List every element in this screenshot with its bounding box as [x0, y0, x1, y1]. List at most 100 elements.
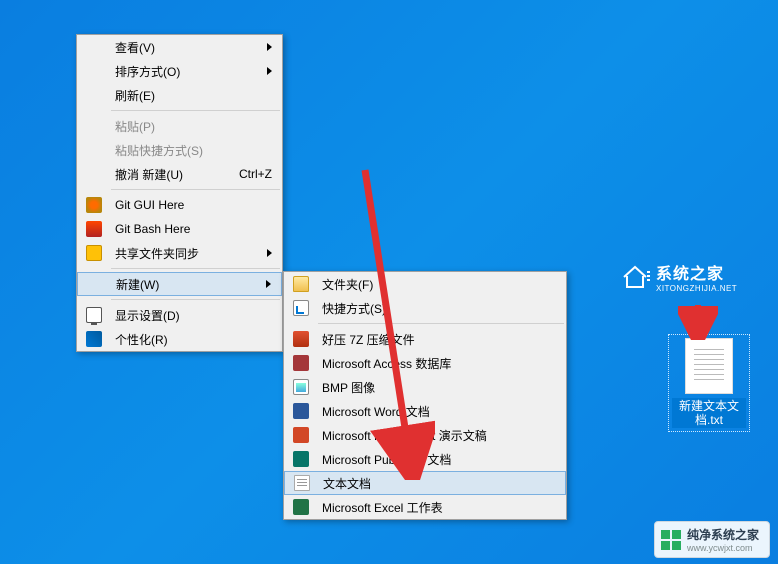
desktop-file-new-text[interactable]: 新建文本文档.txt: [670, 336, 748, 430]
submenu-text-document[interactable]: 文本文档: [284, 471, 566, 495]
menu-paste-shortcut-icon-slot: [81, 138, 107, 162]
submenu-arrow-icon: [266, 280, 271, 288]
menu-display-settings-icon-slot: [81, 303, 107, 327]
house-icon: [620, 264, 650, 290]
logo-title-en: XITONGZHIJIA.NET: [656, 284, 737, 293]
menu-view-icon-slot: [81, 35, 107, 59]
submenu-arrow-icon: [267, 43, 272, 51]
submenu-excel-icon-slot: [288, 495, 314, 519]
submenu-folder[interactable]: 文件夹(F): [284, 272, 566, 296]
submenu-7z-label: 好压 7Z 压缩文件: [314, 331, 560, 348]
menu-view[interactable]: 查看(V): [77, 35, 282, 59]
menu-share-sync-label: 共享文件夹同步: [107, 245, 267, 262]
submenu-text-document-icon-slot: [289, 472, 315, 494]
submenu-folder-icon-slot: [288, 272, 314, 296]
menu-share-sync[interactable]: 共享文件夹同步: [77, 241, 282, 265]
desktop-context-menu: 查看(V) 排序方式(O) 刷新(E) 粘贴(P) 粘贴快捷方式(S) 撤消 新建(U)C…: [76, 34, 283, 352]
menu-git-gui[interactable]: Git GUI Here: [77, 193, 282, 217]
shortcut-icon: [293, 300, 309, 316]
annotation-arrow-2: [678, 300, 718, 340]
submenu-shortcut-label: 快捷方式(S): [314, 300, 560, 317]
menu-refresh[interactable]: 刷新(E): [77, 83, 282, 107]
submenu-access[interactable]: Microsoft Access 数据库: [284, 351, 566, 375]
display-icon: [86, 307, 102, 323]
menu-personalize[interactable]: 个性化(R): [77, 327, 282, 351]
menu-undo-new-label: 撤消 新建(U): [107, 166, 239, 183]
menu-sort[interactable]: 排序方式(O): [77, 59, 282, 83]
watermark-logo-icon: [661, 530, 681, 550]
menu-git-gui-icon-slot: [81, 193, 107, 217]
menu-share-sync-icon-slot: [81, 241, 107, 265]
source-watermark: 纯净系统之家 www.ycwjxt.com: [654, 521, 770, 558]
menu-sort-icon-slot: [81, 59, 107, 83]
submenu-shortcut-icon-slot: [288, 296, 314, 320]
bmp-icon: [293, 379, 309, 395]
menu-git-gui-label: Git GUI Here: [107, 198, 276, 212]
submenu-bmp[interactable]: BMP 图像: [284, 375, 566, 399]
personalize-icon: [86, 331, 102, 347]
text-file-icon: [685, 338, 733, 394]
submenu-bmp-label: BMP 图像: [314, 379, 560, 396]
main-menu-separator: [111, 110, 280, 111]
desktop-file-label: 新建文本文档.txt: [672, 398, 746, 428]
menu-personalize-icon-slot: [81, 327, 107, 351]
brand-logo: 系统之家 XITONGZHIJIA.NET: [620, 260, 737, 293]
submenu-word-icon-slot: [288, 399, 314, 423]
folder-icon: [293, 276, 309, 292]
menu-undo-new[interactable]: 撤消 新建(U)Ctrl+Z: [77, 162, 282, 186]
menu-paste: 粘贴(P): [77, 114, 282, 138]
submenu-text-document-label: 文本文档: [315, 475, 559, 492]
submenu-folder-label: 文件夹(F): [314, 276, 560, 293]
submenu-arrow-icon: [267, 249, 272, 257]
git-gui-icon: [86, 197, 102, 213]
submenu-publisher-icon-slot: [288, 447, 314, 471]
main-menu-separator: [111, 299, 280, 300]
submenu-shortcut[interactable]: 快捷方式(S): [284, 296, 566, 320]
submenu-powerpoint-label: Microsoft PowerPoint 演示文稿: [314, 427, 560, 444]
submenu-powerpoint-icon-slot: [288, 423, 314, 447]
submenu-publisher-label: Microsoft Publisher 文档: [314, 451, 560, 468]
menu-refresh-icon-slot: [81, 83, 107, 107]
submenu-word-label: Microsoft Word 文档: [314, 403, 560, 420]
watermark-title-en: www.ycwjxt.com: [687, 543, 759, 553]
menu-refresh-label: 刷新(E): [107, 87, 276, 104]
main-menu-separator: [111, 189, 280, 190]
submenu-publisher[interactable]: Microsoft Publisher 文档: [284, 447, 566, 471]
git-bash-icon: [86, 221, 102, 237]
submenu-7z-icon-slot: [288, 327, 314, 351]
menu-new-icon-slot: [82, 273, 108, 295]
menu-paste-label: 粘贴(P): [107, 118, 276, 135]
menu-new[interactable]: 新建(W): [77, 272, 282, 296]
submenu-access-label: Microsoft Access 数据库: [314, 355, 560, 372]
submenu-excel-label: Microsoft Excel 工作表: [314, 499, 560, 516]
submenu-word[interactable]: Microsoft Word 文档: [284, 399, 566, 423]
menu-paste-shortcut: 粘贴快捷方式(S): [77, 138, 282, 162]
menu-git-bash[interactable]: Git Bash Here: [77, 217, 282, 241]
submenu-access-icon-slot: [288, 351, 314, 375]
menu-undo-new-icon-slot: [81, 162, 107, 186]
txt-icon: [294, 475, 310, 491]
menu-git-bash-icon-slot: [81, 217, 107, 241]
new-submenu: 文件夹(F) 快捷方式(S) 好压 7Z 压缩文件 Microsoft Access …: [283, 271, 567, 520]
ppt-icon: [293, 427, 309, 443]
access-icon: [293, 355, 309, 371]
menu-display-settings[interactable]: 显示设置(D): [77, 303, 282, 327]
menu-personalize-label: 个性化(R): [107, 331, 276, 348]
submenu-7z[interactable]: 好压 7Z 压缩文件: [284, 327, 566, 351]
pub-icon: [293, 451, 309, 467]
7z-icon: [293, 331, 309, 347]
menu-new-label: 新建(W): [108, 276, 266, 293]
menu-paste-icon-slot: [81, 114, 107, 138]
submenu-excel[interactable]: Microsoft Excel 工作表: [284, 495, 566, 519]
menu-undo-new-shortcut: Ctrl+Z: [239, 167, 276, 181]
menu-sort-label: 排序方式(O): [107, 63, 267, 80]
menu-paste-shortcut-label: 粘贴快捷方式(S): [107, 142, 276, 159]
submenu-arrow-icon: [267, 67, 272, 75]
watermark-title-cn: 纯净系统之家: [687, 526, 759, 543]
submenu-powerpoint[interactable]: Microsoft PowerPoint 演示文稿: [284, 423, 566, 447]
logo-title-cn: 系统之家: [656, 260, 737, 284]
menu-git-bash-label: Git Bash Here: [107, 222, 276, 236]
submenu-bmp-icon-slot: [288, 375, 314, 399]
sub-menu-separator: [318, 323, 564, 324]
main-menu-separator: [111, 268, 280, 269]
